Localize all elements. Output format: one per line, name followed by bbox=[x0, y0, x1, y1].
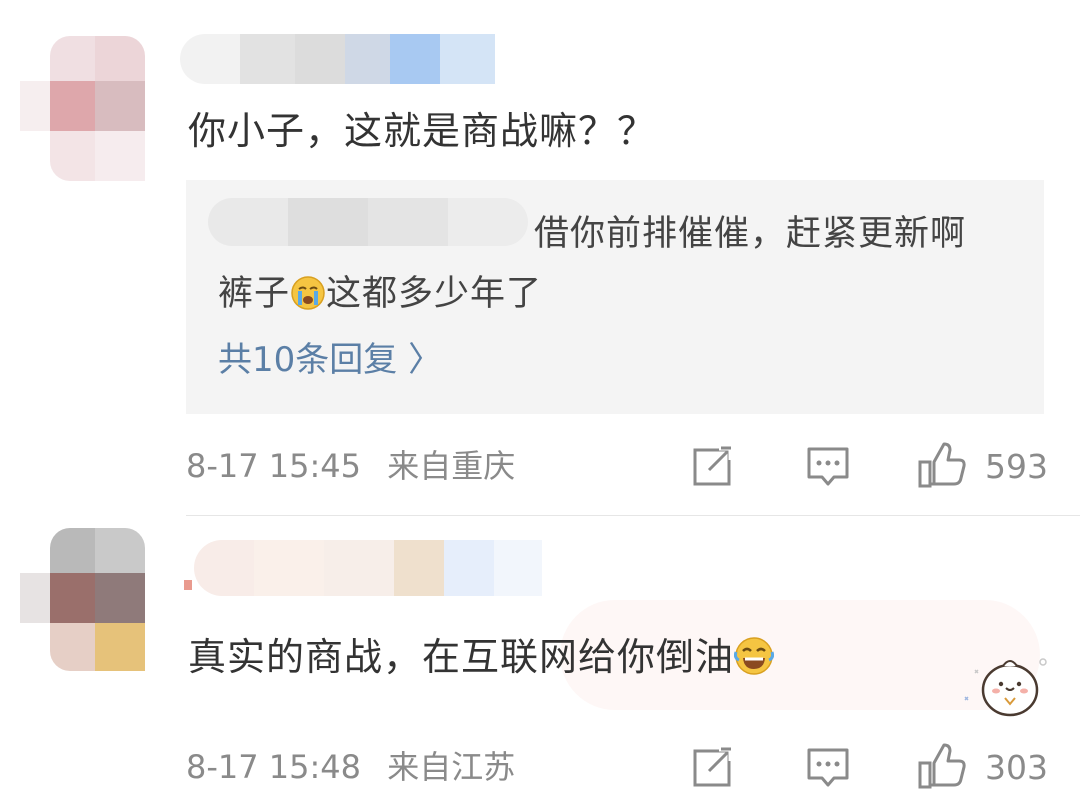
comment-date: 8-17 bbox=[186, 447, 259, 485]
comment-icon[interactable] bbox=[806, 446, 850, 488]
username-blurred[interactable] bbox=[184, 536, 544, 600]
comment-divider bbox=[186, 515, 1080, 516]
reply-preview-box[interactable]: 借你前排催催，赶紧更新啊 裤子 这都多少年了 共10条回复 〉 bbox=[186, 180, 1044, 414]
avatar[interactable] bbox=[20, 528, 148, 674]
reply-text-part2: 这都多少年了 bbox=[326, 274, 543, 314]
username-blurred[interactable] bbox=[180, 34, 500, 84]
crying-face-icon bbox=[291, 276, 325, 310]
reply-text-line2: 裤子 这都多少年了 bbox=[218, 275, 542, 312]
like-icon[interactable] bbox=[918, 743, 966, 789]
avatar[interactable] bbox=[20, 36, 148, 186]
comment-text: 真实的商战，在互联网给你倒油 bbox=[188, 635, 775, 679]
like-count: 593 bbox=[985, 447, 1048, 486]
comment-time: 15:48 bbox=[268, 748, 362, 786]
laughing-tears-icon bbox=[734, 637, 775, 675]
share-icon[interactable] bbox=[693, 446, 735, 486]
comment-time: 15:45 bbox=[268, 447, 362, 485]
comment-date: 8-17 bbox=[186, 748, 259, 786]
like-count: 303 bbox=[985, 748, 1048, 787]
reply-username-blurred bbox=[208, 198, 528, 246]
reply-text-part1: 裤子 bbox=[218, 274, 291, 314]
share-icon[interactable] bbox=[693, 747, 735, 787]
reply-text-line1: 借你前排催催，赶紧更新啊 bbox=[534, 214, 967, 254]
like-icon[interactable] bbox=[918, 442, 966, 488]
comment-meta: 8-17 15:48 来自江苏 bbox=[186, 751, 515, 783]
comment-location: 来自江苏 bbox=[387, 748, 516, 786]
cute-bun-sticker-icon bbox=[964, 658, 1047, 717]
comment-meta: 8-17 15:45 来自重庆 bbox=[186, 450, 515, 482]
comment-location: 来自重庆 bbox=[387, 447, 516, 485]
view-replies-link[interactable]: 共10条回复 〉 bbox=[218, 343, 442, 377]
comment-text: 你小子，这就是商战嘛？？ bbox=[188, 109, 657, 153]
comment-icon[interactable] bbox=[806, 747, 850, 789]
comment-text-body: 真实的商战，在互联网给你倒油 bbox=[188, 635, 735, 679]
